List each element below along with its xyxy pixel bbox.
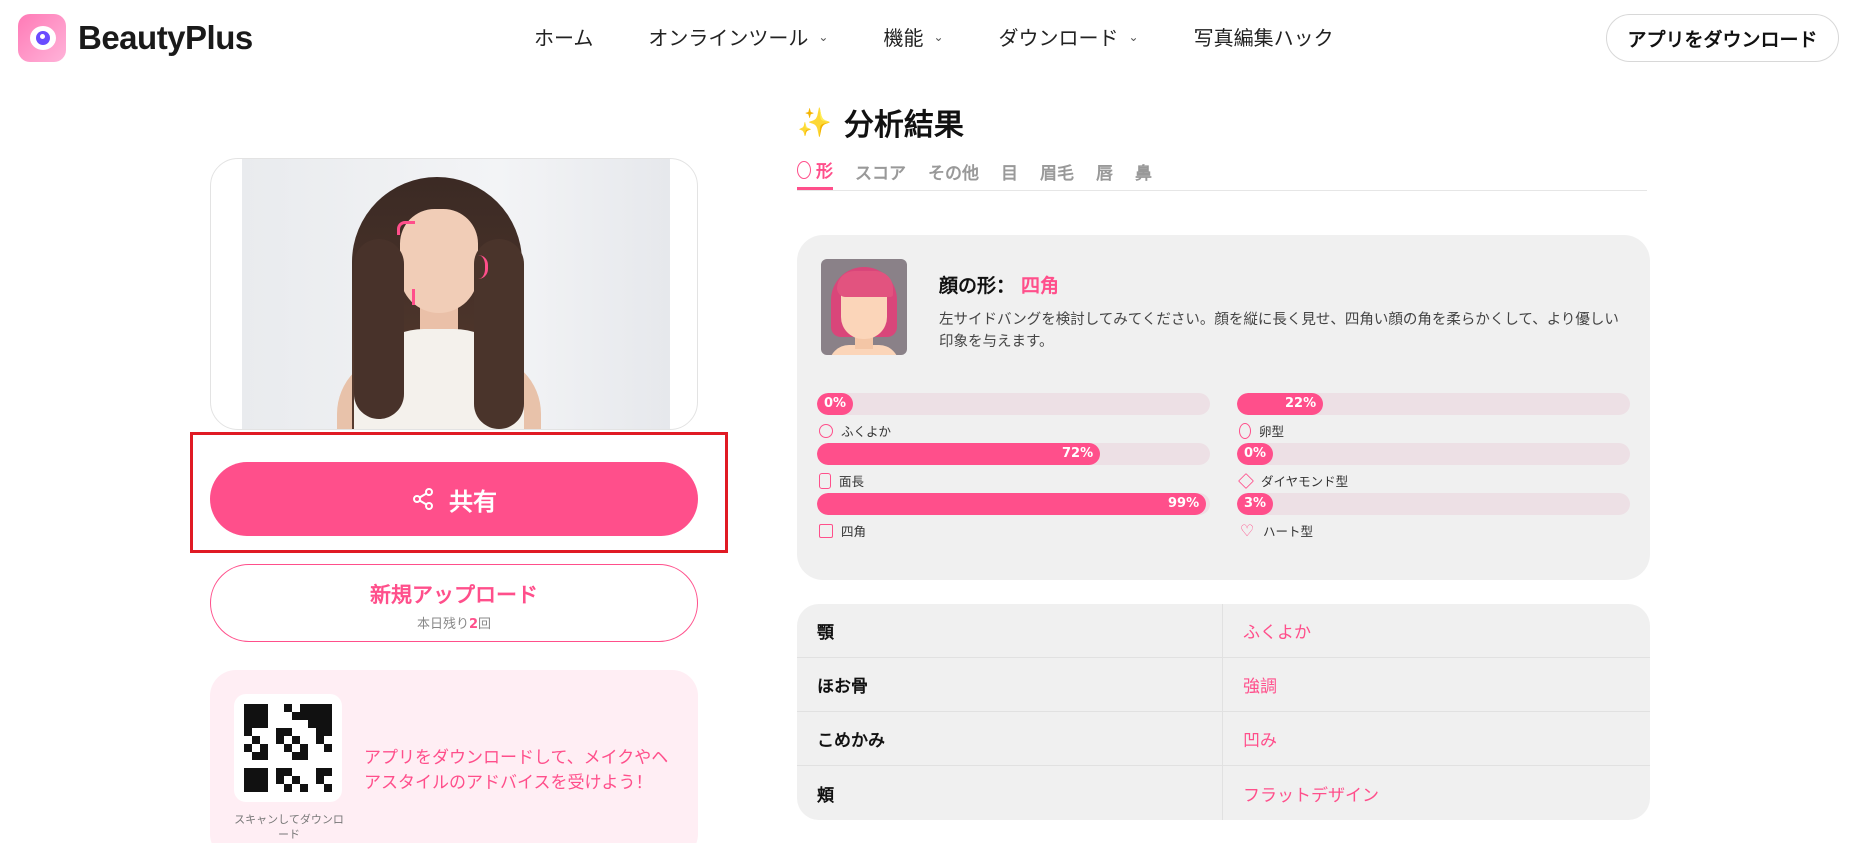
- bar-label: 面長: [839, 474, 865, 489]
- chevron-down-icon: ⌄: [1128, 29, 1139, 44]
- camera-logo-icon: [18, 14, 66, 62]
- download-app-button[interactable]: アプリをダウンロード: [1606, 14, 1839, 62]
- face-shape-heading: 顔の形： 四角: [939, 271, 1059, 298]
- face-shape-card: 顔の形： 四角 左サイドバングを検討してみてください。顔を縦に長く見せ、四角い顔の…: [797, 235, 1650, 580]
- result-tabs: 形 スコア その他 目 眉毛 唇 鼻: [797, 158, 1647, 191]
- site-header: BeautyPlus ホーム オンラインツール ⌄ 機能 ⌄ ダウンロード ⌄ …: [0, 0, 1861, 72]
- bar-fill: [817, 493, 1206, 515]
- bar-label: ダイヤモンド型: [1261, 474, 1349, 489]
- tab-label: 唇: [1096, 163, 1113, 184]
- tab-label: 目: [1001, 163, 1018, 184]
- app-promo-card: スキャンしてダウンロード アプリをダウンロードして、メイクやヘアスタイルのアドバ…: [210, 670, 698, 843]
- result-title-text: 分析結果: [843, 108, 964, 143]
- tab-eyes[interactable]: 目: [1001, 158, 1018, 190]
- qr-code[interactable]: [234, 694, 342, 802]
- bar-label: 卵型: [1259, 424, 1285, 439]
- feature-name: 顎: [797, 604, 1223, 658]
- face-marker: [412, 289, 420, 305]
- bar-label: 四角: [841, 524, 867, 539]
- feature-value: フラットデザイン: [1243, 785, 1379, 806]
- nav-item-download[interactable]: ダウンロード ⌄: [999, 22, 1139, 51]
- tab-label: 鼻: [1135, 163, 1152, 184]
- tab-label: スコア: [855, 163, 906, 184]
- page-title: ✨ 分析結果: [797, 100, 964, 144]
- bar-item: 72% 面長: [817, 443, 1210, 493]
- feature-value: 強調: [1243, 677, 1277, 697]
- bar-fill: [817, 443, 1100, 465]
- tab-shape[interactable]: 形: [797, 158, 833, 190]
- uploaded-photo-card: [210, 158, 698, 430]
- bar-item: 0% ふくよか: [817, 393, 1210, 443]
- sparkle-icon: ✨: [797, 105, 832, 139]
- feature-value: 凹み: [1243, 731, 1277, 751]
- feature-value: ふくよか: [1243, 623, 1311, 643]
- nav-item-online-tools[interactable]: オンラインツール ⌄: [648, 22, 828, 51]
- table-row: 頬 フラットデザイン: [797, 766, 1650, 820]
- bar-percent: 0%: [824, 396, 847, 411]
- face-shape-value: 四角: [1021, 275, 1060, 297]
- diamond-outline-icon: [1238, 472, 1254, 489]
- bar-label: ふくよか: [841, 424, 892, 439]
- bar-label: ハート型: [1263, 524, 1314, 539]
- nav-item-home[interactable]: ホーム: [534, 22, 593, 51]
- tab-eyebrows[interactable]: 眉毛: [1040, 158, 1074, 190]
- nav-label: ダウンロード: [998, 26, 1119, 50]
- tab-other[interactable]: その他: [928, 158, 979, 190]
- nav-label: ホーム: [534, 26, 594, 50]
- tab-label: その他: [928, 163, 979, 184]
- share-icon: [413, 488, 433, 510]
- bar-percent: 22%: [1285, 396, 1317, 411]
- main-nav: ホーム オンラインツール ⌄ 機能 ⌄ ダウンロード ⌄ 写真編集ハック: [534, 22, 1389, 51]
- nav-item-features[interactable]: 機能 ⌄: [883, 22, 943, 51]
- long-rect-outline-icon: [819, 472, 831, 489]
- feature-name: こめかみ: [797, 711, 1223, 766]
- upload-title: 新規アップロード: [370, 583, 538, 607]
- chevron-down-icon: ⌄: [933, 29, 944, 44]
- share-label: 共有: [449, 487, 497, 516]
- promo-text: アプリをダウンロードして、メイクやヘアスタイルのアドバイスを受けよう！: [364, 748, 669, 793]
- face-marker: [397, 221, 415, 235]
- bar-item: 0% ダイヤモンド型: [1237, 443, 1630, 493]
- face-shape-avatar: [821, 259, 907, 355]
- tab-score[interactable]: スコア: [855, 158, 906, 190]
- tab-nose[interactable]: 鼻: [1135, 158, 1152, 190]
- remaining-count: 2: [468, 617, 479, 632]
- remaining-uploads: 本日残り2回: [416, 617, 492, 632]
- feature-name: 頬: [797, 766, 1223, 820]
- nav-item-photo-hacks[interactable]: 写真編集ハック: [1194, 22, 1334, 51]
- tab-label: 眉毛: [1040, 163, 1074, 184]
- share-button[interactable]: 共有: [210, 462, 698, 536]
- table-row: ほお骨 強調: [797, 657, 1650, 712]
- facial-features-table: 顎 ふくよか ほお骨 強調 こめかみ 凹み 頬 フラットデザイン: [797, 604, 1650, 820]
- qr-caption: スキャンしてダウンロード: [234, 813, 344, 841]
- face-shape-description: 左サイドバングを検討してみてください。顔を縦に長く見せ、四角い顔の角を柔らかくし…: [939, 312, 1619, 350]
- table-row: 顎 ふくよか: [797, 604, 1650, 658]
- table-row: こめかみ 凹み: [797, 711, 1650, 766]
- tab-lips[interactable]: 唇: [1096, 158, 1113, 190]
- bar-percent: 0%: [1244, 446, 1267, 461]
- qr-code-pattern: [244, 704, 332, 792]
- new-upload-button[interactable]: 新規アップロード 本日残り2回: [210, 564, 698, 642]
- bar-percent: 72%: [1062, 446, 1094, 461]
- circle-outline-icon: [819, 423, 833, 438]
- nav-label: 機能: [883, 26, 924, 50]
- bar-percent: 3%: [1244, 496, 1267, 511]
- brand-name: BeautyPlus: [78, 19, 253, 56]
- bar-percent: 99%: [1168, 496, 1200, 511]
- square-outline-icon: [819, 523, 833, 538]
- bar-item: 22% 卵型: [1237, 393, 1630, 443]
- oval-outline-icon: [1239, 422, 1251, 439]
- bar-item: 3% ♡ ハート型: [1237, 493, 1630, 543]
- chevron-down-icon: ⌄: [818, 29, 829, 44]
- nav-label: 写真編集ハック: [1193, 26, 1334, 50]
- face-outline-icon: [797, 160, 811, 179]
- brand-logo[interactable]: BeautyPlus: [18, 14, 253, 62]
- heart-outline-icon: ♡: [1239, 520, 1255, 540]
- nav-label: オンラインツール: [648, 26, 809, 50]
- face-shape-label: 顔の形：: [939, 275, 1016, 297]
- uploaded-photo: [242, 159, 670, 429]
- feature-name: ほお骨: [797, 657, 1223, 712]
- bar-item: 99% 四角: [817, 493, 1210, 543]
- tab-label: 形: [816, 162, 833, 182]
